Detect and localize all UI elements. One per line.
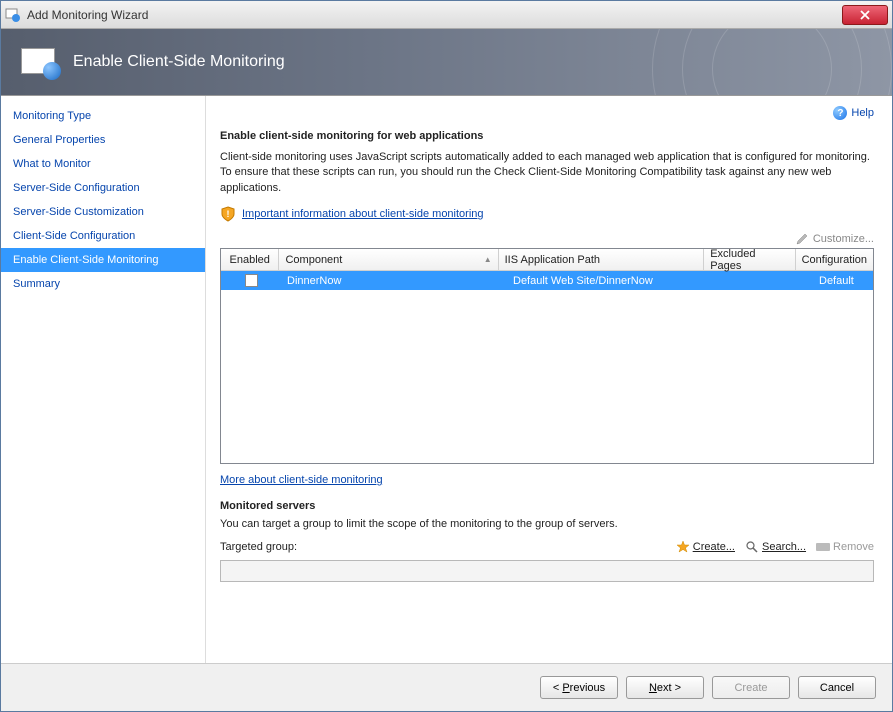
components-table: Enabled Component ▲ IIS Application Path… (220, 248, 874, 464)
table-header: Enabled Component ▲ IIS Application Path… (221, 249, 873, 271)
cell-component: DinnerNow (281, 273, 507, 289)
content-pane: ? Help Enable client-side monitoring for… (206, 96, 892, 663)
enabled-checkbox[interactable] (245, 274, 258, 287)
table-row[interactable]: DinnerNow Default Web Site/DinnerNow Def… (221, 271, 873, 290)
search-label: Search... (762, 541, 806, 553)
sidebar-item-client-side-configuration[interactable]: Client-Side Configuration (1, 224, 205, 248)
sort-ascending-icon: ▲ (484, 255, 492, 264)
cell-iis-path: Default Web Site/DinnerNow (507, 273, 719, 289)
previous-button[interactable]: < Previous (540, 676, 618, 699)
customize-label: Customize... (813, 233, 874, 245)
shield-icon: ! (220, 206, 236, 222)
create-group-link[interactable]: Create... (676, 540, 735, 554)
customize-link[interactable]: Customize... (795, 232, 874, 246)
close-button[interactable] (842, 5, 888, 25)
app-icon (5, 7, 21, 23)
minus-icon (816, 543, 830, 551)
cancel-button[interactable]: Cancel (798, 676, 876, 699)
banner-title: Enable Client-Side Monitoring (73, 53, 285, 71)
important-info-row: ! Important information about client-sid… (220, 206, 874, 222)
remove-group-link: Remove (816, 541, 874, 553)
sidebar-item-what-to-monitor[interactable]: What to Monitor (1, 152, 205, 176)
column-iis-path[interactable]: IIS Application Path (499, 249, 705, 270)
titlebar: Add Monitoring Wizard (1, 1, 892, 29)
banner-icon (19, 46, 59, 78)
sidebar-item-summary[interactable]: Summary (1, 272, 205, 296)
column-configuration[interactable]: Configuration (796, 249, 873, 270)
cell-excluded (719, 279, 813, 283)
section-heading: Enable client-side monitoring for web ap… (220, 130, 874, 142)
sidebar-item-server-side-configuration[interactable]: Server-Side Configuration (1, 176, 205, 200)
svg-text:!: ! (227, 209, 230, 219)
banner-decoration (672, 29, 892, 95)
help-label: Help (851, 107, 874, 119)
banner: Enable Client-Side Monitoring (1, 29, 892, 95)
cell-configuration: Default (813, 273, 873, 289)
help-link[interactable]: ? Help (833, 106, 874, 120)
star-icon (676, 540, 690, 554)
column-enabled[interactable]: Enabled (221, 249, 279, 270)
wizard-window: Add Monitoring Wizard Enable Client-Side… (0, 0, 893, 712)
sidebar-item-general-properties[interactable]: General Properties (1, 128, 205, 152)
column-excluded[interactable]: Excluded Pages (704, 249, 795, 270)
window-title: Add Monitoring Wizard (27, 8, 842, 22)
monitored-servers-heading: Monitored servers (220, 500, 874, 512)
next-button[interactable]: Next > (626, 676, 704, 699)
pencil-icon (795, 232, 809, 246)
sidebar-item-server-side-customization[interactable]: Server-Side Customization (1, 200, 205, 224)
sidebar-item-monitoring-type[interactable]: Monitoring Type (1, 104, 205, 128)
targeted-group-label: Targeted group: (220, 541, 297, 553)
create-button: Create (712, 676, 790, 699)
create-label: Create... (693, 541, 735, 553)
close-icon (860, 10, 870, 20)
targeted-group-input[interactable] (220, 560, 874, 582)
more-about-link[interactable]: More about client-side monitoring (220, 474, 383, 486)
sidebar-item-enable-client-side-monitoring[interactable]: Enable Client-Side Monitoring (1, 248, 205, 272)
search-group-link[interactable]: Search... (745, 540, 806, 554)
column-component[interactable]: Component ▲ (279, 249, 498, 270)
section-description: Client-side monitoring uses JavaScript s… (220, 150, 874, 196)
help-icon: ? (833, 106, 847, 120)
important-info-link[interactable]: Important information about client-side … (242, 208, 484, 220)
magnifier-icon (745, 540, 759, 554)
wizard-sidebar: Monitoring Type General Properties What … (1, 96, 206, 663)
remove-label: Remove (833, 541, 874, 553)
wizard-footer: < Previous Next > Create Cancel (1, 663, 892, 711)
monitored-servers-description: You can target a group to limit the scop… (220, 518, 874, 530)
body-area: Monitoring Type General Properties What … (1, 95, 892, 663)
